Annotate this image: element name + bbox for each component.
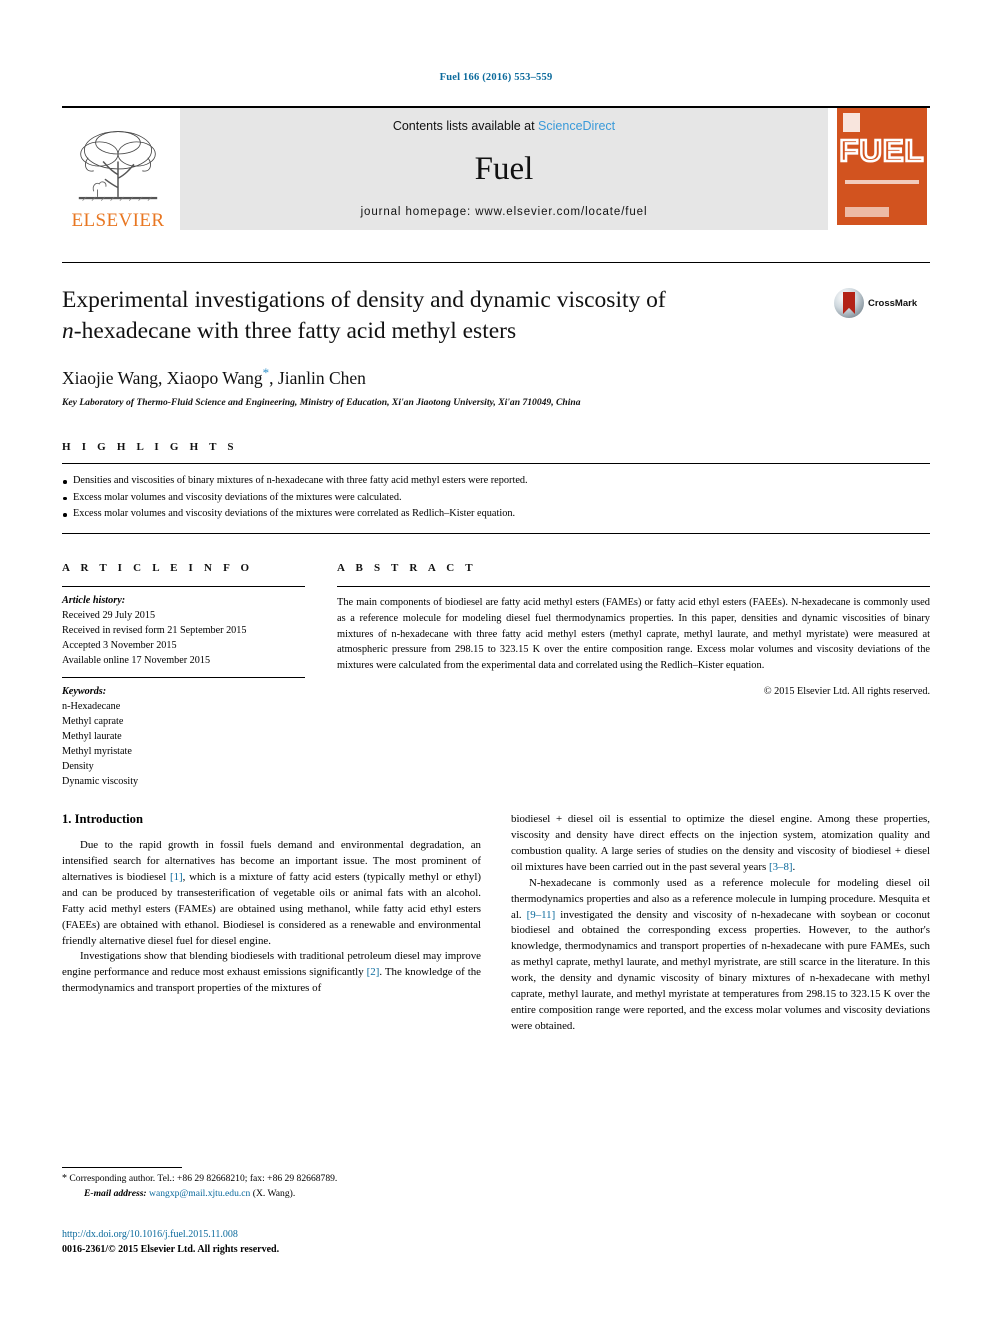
paragraph: N-hexadecane is commonly used as a refer… xyxy=(511,876,930,1035)
cover-footer-bar xyxy=(845,207,889,217)
journal-homepage[interactable]: journal homepage: www.elsevier.com/locat… xyxy=(361,206,648,218)
email-label: E-mail address: xyxy=(84,1187,147,1199)
author-list: Xiaojie Wang, Xiaopo Wang*, Jianlin Chen xyxy=(62,365,930,389)
footnote-star-icon: * xyxy=(62,1173,67,1184)
history-item: Available online 17 November 2015 xyxy=(62,654,211,666)
abstract-heading: A B S T R A C T xyxy=(337,562,477,574)
highlights-section: H I G H L I G H T S Densities and viscos… xyxy=(62,441,930,535)
article-history-label: Article history: xyxy=(62,595,126,606)
crossmark-label: CrossMark xyxy=(868,297,918,309)
abstract-copyright: © 2015 Elsevier Ltd. All rights reserved… xyxy=(763,686,930,698)
contents-lists-line: Contents lists available at ScienceDirec… xyxy=(393,119,615,133)
citation-ref[interactable]: [3–8] xyxy=(769,861,793,873)
highlights-heading: H I G H L I G H T S xyxy=(62,441,238,453)
list-item: Excess molar volumes and viscosity devia… xyxy=(62,506,930,523)
elsevier-wordmark: ELSEVIER xyxy=(71,210,165,231)
issn-copyright: 0016-2361/© 2015 Elsevier Ltd. All right… xyxy=(62,1243,280,1255)
email-suffix: (X. Wang). xyxy=(252,1187,296,1199)
running-head: Fuel 166 (2016) 553–559 xyxy=(439,72,553,83)
section-heading-introduction: 1. Introduction xyxy=(62,812,143,826)
keyword-item: Methyl laurate xyxy=(62,731,122,743)
body-column-right: biodiesel + diesel oil is essential to o… xyxy=(511,812,930,1035)
journal-title: Fuel xyxy=(474,151,534,187)
affiliation: Key Laboratory of Thermo-Fluid Science a… xyxy=(62,396,581,408)
body-column-left: 1. Introduction Due to the rapid growth … xyxy=(62,812,481,1035)
paragraph-text: . xyxy=(792,860,796,873)
page-title: Experimental investigations of density a… xyxy=(62,285,762,346)
citation-ref[interactable]: [2] xyxy=(367,966,380,978)
keyword-item: Methyl myristate xyxy=(62,746,132,758)
keyword-item: Dynamic viscosity xyxy=(62,775,139,787)
corresponding-author-note: * Corresponding author. Tel.: +86 29 826… xyxy=(62,1172,481,1187)
paragraph: Due to the rapid growth in fossil fuels … xyxy=(62,838,481,949)
title-divider xyxy=(62,262,930,263)
list-item: Densities and viscosities of binary mixt… xyxy=(62,473,930,490)
crossmark-badge[interactable]: CrossMark xyxy=(834,288,930,318)
citation-ref[interactable]: [1] xyxy=(170,871,183,883)
cover-elsevier-mark-icon xyxy=(843,113,860,132)
article-info-heading: A R T I C L E I N F O xyxy=(62,562,254,574)
history-item: Received 29 July 2015 xyxy=(62,609,156,621)
sciencedirect-banner: Contents lists available at ScienceDirec… xyxy=(180,108,828,230)
title-line-2: -hexadecane with three fatty acid methyl… xyxy=(73,317,517,344)
corresponding-author-text: Corresponding author. Tel.: +86 29 82668… xyxy=(69,1173,338,1184)
doi-link[interactable]: http://dx.doi.org/10.1016/j.fuel.2015.11… xyxy=(62,1228,279,1243)
highlights-list: Densities and viscosities of binary mixt… xyxy=(62,464,930,531)
authors-names-rest: , Jianlin Chen xyxy=(269,367,366,388)
cover-subtitle-bar xyxy=(845,180,919,184)
citation-ref[interactable]: [9–11] xyxy=(527,909,556,921)
sciencedirect-link[interactable]: ScienceDirect xyxy=(538,119,615,133)
article-page: Fuel 166 (2016) 553–559 ELSEVIER Content… xyxy=(0,0,992,1323)
authors-names: Xiaojie Wang, Xiaopo Wang xyxy=(62,367,263,388)
paragraph-text: investigated the density and viscosity o… xyxy=(511,908,930,1032)
journal-cover-thumbnail: FUEL xyxy=(834,108,930,230)
keyword-item: Density xyxy=(62,760,94,772)
article-history: Article history: Received 29 July 2015 R… xyxy=(62,587,305,668)
crossmark-icon xyxy=(834,288,864,318)
history-item: Received in revised form 21 September 20… xyxy=(62,624,247,636)
title-italic-n: n xyxy=(62,317,74,344)
keywords-block: Keywords: n-Hexadecane Methyl caprate Me… xyxy=(62,678,305,789)
footnote-divider xyxy=(62,1167,182,1168)
keyword-item: n-Hexadecane xyxy=(62,701,121,713)
elsevier-tree-icon xyxy=(78,131,158,201)
paragraph: Investigations show that blending biodie… xyxy=(62,949,481,997)
body-columns: 1. Introduction Due to the rapid growth … xyxy=(62,812,930,1035)
elsevier-logo: ELSEVIER xyxy=(62,108,174,230)
footnote-block: * Corresponding author. Tel.: +86 29 826… xyxy=(62,1167,481,1200)
journal-cover-image: FUEL xyxy=(837,108,927,225)
email-link[interactable]: wangxp@mail.xjtu.edu.cn xyxy=(149,1188,250,1199)
email-note: E-mail address: wangxp@mail.xjtu.edu.cn … xyxy=(62,1187,481,1201)
paragraph: biodiesel + diesel oil is essential to o… xyxy=(511,812,930,876)
keywords-label: Keywords: xyxy=(62,686,107,698)
cover-title-text: FUEL xyxy=(838,133,925,168)
abstract-column: A B S T R A C T The main components of b… xyxy=(337,562,930,790)
keyword-item: Methyl caprate xyxy=(62,716,124,728)
history-item: Accepted 3 November 2015 xyxy=(62,639,177,651)
info-abstract-section: A R T I C L E I N F O Article history: R… xyxy=(62,562,930,790)
journal-masthead: ELSEVIER Contents lists available at Sci… xyxy=(62,106,930,230)
article-info-column: A R T I C L E I N F O Article history: R… xyxy=(62,562,305,790)
title-block: CrossMark Experimental investigations of… xyxy=(62,285,930,408)
paragraph-text: biodiesel + diesel oil is essential to o… xyxy=(511,813,930,873)
doi-block: http://dx.doi.org/10.1016/j.fuel.2015.11… xyxy=(62,1228,279,1257)
highlights-rule-bottom xyxy=(62,533,930,535)
list-item: Excess molar volumes and viscosity devia… xyxy=(62,490,930,507)
contents-prefix: Contents lists available at xyxy=(392,119,539,133)
abstract-text: The main components of biodiesel are fat… xyxy=(337,597,930,672)
title-line-1: Experimental investigations of density a… xyxy=(62,287,666,313)
